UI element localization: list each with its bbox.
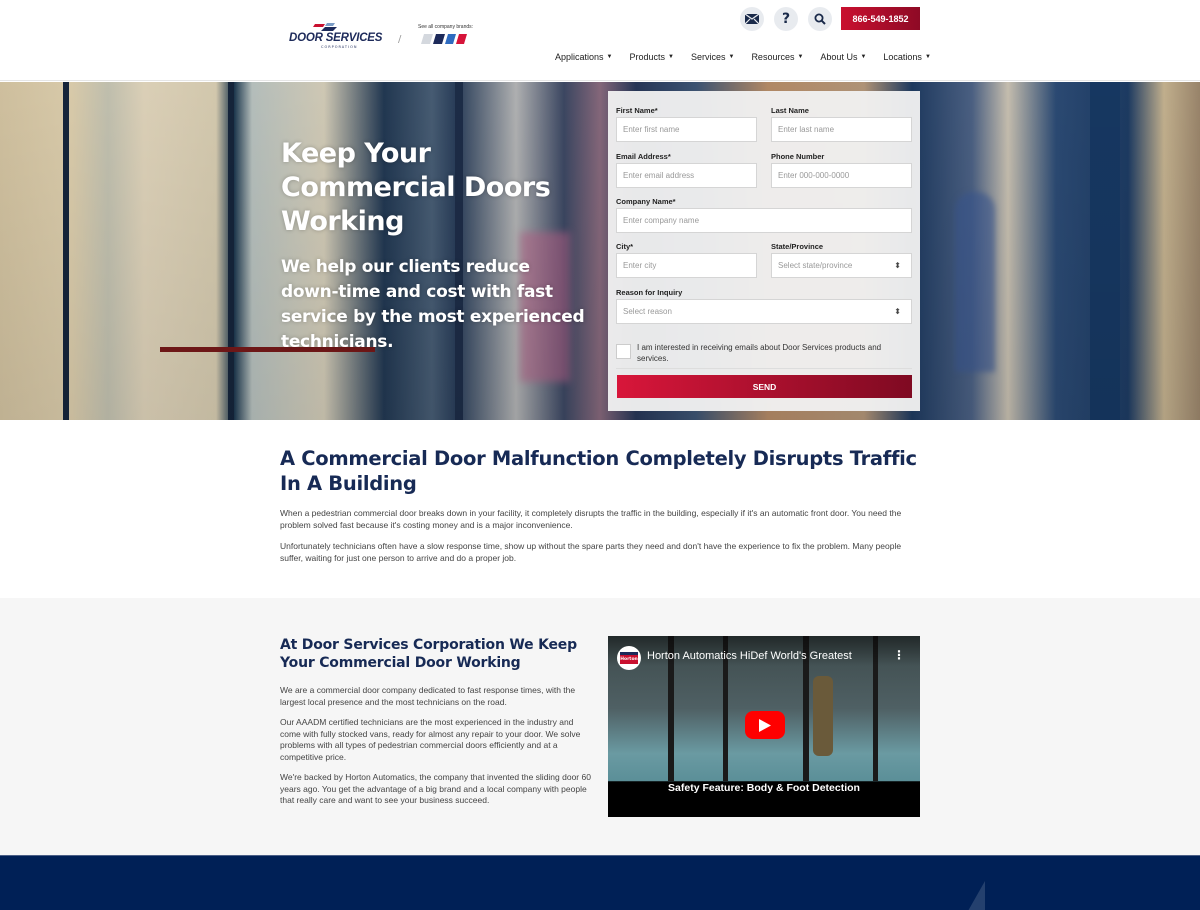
nav-item-applications[interactable]: Applications ▼ — [555, 52, 612, 62]
email-optin-checkbox[interactable] — [616, 344, 631, 359]
company-brands-icon[interactable] — [421, 34, 467, 44]
caret-down-icon: ▼ — [797, 54, 804, 60]
play-icon — [759, 718, 771, 732]
horton-logo-icon: Horton — [620, 652, 638, 664]
hero-title: Keep Your Commercial Doors Working — [281, 138, 551, 237]
section-title-malfunction: A Commercial Door Malfunction Completely… — [280, 447, 917, 495]
last-name-input[interactable]: Enter last name — [771, 117, 912, 142]
video-caption: Safety Feature: Body & Foot Detection — [668, 782, 860, 794]
section2-paragraph: When a pedestrian commercial door breaks… — [280, 508, 902, 530]
section3-paragraph: We're backed by Horton Automatics, the c… — [280, 772, 591, 805]
nav-item-products[interactable]: Products ▼ — [629, 52, 673, 62]
help-button[interactable]: ? — [774, 7, 798, 31]
search-icon — [814, 13, 826, 25]
phone-label: Phone Number — [771, 152, 825, 161]
nav-label: Locations — [883, 52, 922, 62]
reason-label: Reason for Inquiry — [616, 288, 683, 297]
nav-label: Applications — [555, 52, 604, 62]
company-label: Company Name* — [616, 197, 676, 206]
footer-decor-shape — [968, 881, 985, 910]
nav-label: About Us — [820, 52, 858, 62]
door-services-logo[interactable]: DOOR SERVICES CORPORATION — [289, 22, 389, 50]
phone-number-button[interactable]: 866-549-1852 — [841, 7, 920, 30]
email-label: Email Address* — [616, 152, 671, 161]
video-frame-detail — [813, 676, 833, 756]
select-arrows-icon: ⬍ — [894, 261, 901, 270]
logo-text: DOOR SERVICES — [289, 32, 383, 44]
brands-label: See all company brands: — [418, 24, 474, 30]
nav-item-locations[interactable]: Locations ▼ — [883, 52, 930, 62]
city-input[interactable]: Enter city — [616, 253, 757, 278]
send-button[interactable]: SEND — [617, 375, 912, 398]
section3-paragraph: Our AAADM certified technicians are the … — [280, 717, 581, 762]
nav-item-services[interactable]: Services ▼ — [691, 52, 734, 62]
hero-banner — [0, 82, 1200, 420]
state-label: State/Province — [771, 242, 824, 251]
company-input[interactable]: Enter company name — [616, 208, 912, 233]
form-divider — [616, 368, 912, 369]
nav-item-resources[interactable]: Resources ▼ — [751, 52, 803, 62]
nav-label: Services — [690, 52, 726, 62]
video-menu-icon[interactable]: ⋮ — [893, 648, 905, 662]
nav-item-about-us[interactable]: About Us ▼ — [820, 52, 866, 62]
email-button[interactable] — [740, 7, 764, 31]
reason-select[interactable]: Select reason ⬍ — [616, 299, 912, 324]
logo-divider: / — [398, 34, 402, 45]
email-input[interactable]: Enter email address — [616, 163, 757, 188]
section-title-about: At Door Services Corporation We Keep You… — [280, 637, 577, 671]
nav-label: Resources — [751, 52, 795, 62]
first-name-input[interactable]: Enter first name — [616, 117, 757, 142]
hero-overlay — [0, 82, 1200, 420]
logo-mark-icon — [313, 23, 337, 31]
envelope-icon — [745, 14, 759, 24]
channel-avatar[interactable]: Horton — [617, 646, 641, 670]
select-arrows-icon: ⬍ — [894, 307, 901, 316]
caret-down-icon: ▼ — [668, 54, 674, 60]
state-select-value: Select state/province — [778, 261, 853, 270]
reason-select-value: Select reason — [623, 307, 672, 316]
section2-paragraph: Unfortunately technicians often have a s… — [280, 541, 902, 563]
nav-label: Products — [629, 52, 666, 62]
question-icon: ? — [781, 11, 791, 27]
caret-down-icon: ▼ — [860, 54, 867, 60]
section3-paragraph: We are a commercial door company dedicat… — [280, 685, 576, 707]
first-name-label: First Name* — [616, 106, 658, 115]
site-header: DOOR SERVICES CORPORATION / See all comp… — [0, 0, 1200, 81]
about-section — [0, 598, 1200, 855]
video-title[interactable]: Horton Automatics HiDef World's Greatest — [647, 650, 852, 662]
hero-subtitle: We help our clients reduce down-time and… — [281, 257, 585, 352]
last-name-label: Last Name — [771, 106, 809, 115]
caret-down-icon: ▼ — [606, 54, 613, 60]
play-button[interactable] — [745, 711, 785, 739]
main-nav: Applications ▼ Products ▼ Services ▼ Resour… — [555, 52, 931, 62]
state-select[interactable]: Select state/province ⬍ — [771, 253, 912, 278]
caret-down-icon: ▼ — [924, 54, 931, 60]
logo-subtext: CORPORATION — [321, 45, 358, 49]
email-optin-label: I am interested in receiving emails abou… — [637, 343, 882, 363]
site-footer — [0, 855, 1200, 910]
caret-down-icon: ▼ — [728, 54, 735, 60]
phone-input[interactable]: Enter 000-000-0000 — [771, 163, 912, 188]
search-button[interactable] — [808, 7, 832, 31]
city-label: City* — [616, 242, 634, 251]
